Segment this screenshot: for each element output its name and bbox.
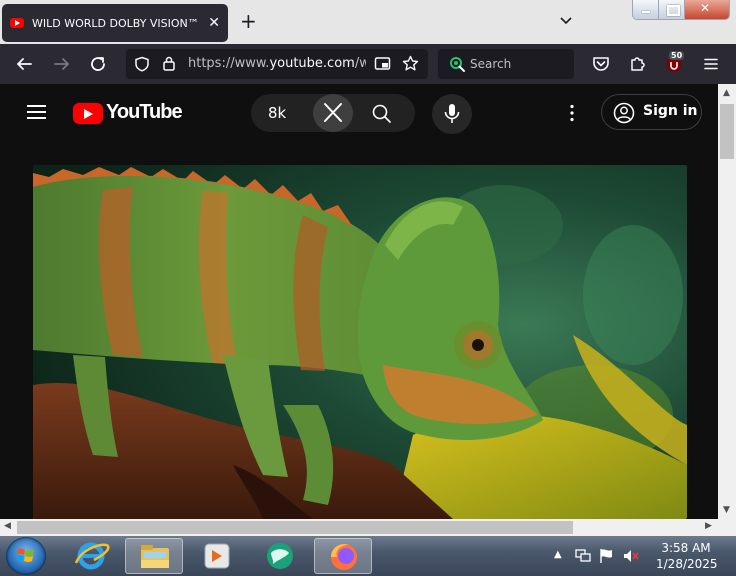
maximize-button[interactable] xyxy=(659,0,685,19)
pocket-icon[interactable] xyxy=(592,56,610,72)
voice-search-button[interactable] xyxy=(432,94,472,134)
video-frame-chameleon xyxy=(33,165,687,519)
bookmark-star-icon[interactable] xyxy=(402,55,419,72)
taskbar-firefox[interactable] xyxy=(314,538,372,574)
web-search-box[interactable]: Search xyxy=(438,49,574,79)
show-hidden-icons-arrow-icon[interactable]: ▲ xyxy=(554,549,562,560)
minimize-button[interactable] xyxy=(633,0,659,19)
youtube-page: YouTube 8k Sign in xyxy=(0,84,718,519)
back-arrow-icon xyxy=(17,58,32,70)
scroll-down-arrow-icon[interactable]: ▼ xyxy=(723,505,730,515)
taskbar-file-explorer[interactable] xyxy=(125,538,183,574)
youtube-search-input[interactable]: 8k xyxy=(268,104,286,122)
youtube-search-bar[interactable]: 8k xyxy=(251,94,415,132)
scroll-up-arrow-icon[interactable]: ▲ xyxy=(723,88,730,98)
media-player-icon xyxy=(204,543,230,569)
lock-icon[interactable] xyxy=(162,55,176,72)
video-player[interactable] xyxy=(33,165,687,519)
horizontal-scrollbar[interactable]: ◀ ▶ xyxy=(0,519,718,536)
extension-count-badge: 50 xyxy=(669,51,685,60)
windows-logo-icon xyxy=(16,548,34,562)
file-explorer-icon xyxy=(141,545,169,568)
clock-time: 3:58 AM xyxy=(661,541,711,555)
tab-strip: WILD WORLD DOLBY VISION™ ✕ + xyxy=(0,0,736,44)
scroll-left-arrow-icon[interactable]: ◀ xyxy=(4,521,11,531)
guide-menu-icon[interactable] xyxy=(27,105,46,119)
clock-date: 1/28/2025 xyxy=(656,557,718,571)
url-domain: youtube.com xyxy=(269,56,355,71)
window-close-button[interactable] xyxy=(685,0,729,19)
microphone-icon xyxy=(444,104,460,123)
taskbar-media-player[interactable] xyxy=(188,538,246,574)
reload-icon xyxy=(91,57,105,71)
navigation-toolbar: https://www.youtube.com/w Search xyxy=(0,44,736,84)
network-icon[interactable] xyxy=(574,548,592,564)
windows-taskbar: ▲ 3:58 AM 1/28/2025 xyxy=(0,536,736,576)
taskbar-clock[interactable]: 3:58 AM 1/28/2025 xyxy=(656,540,718,572)
extensions-puzzle-icon[interactable] xyxy=(629,55,647,73)
more-options-icon[interactable] xyxy=(569,104,575,122)
youtube-logo-icon[interactable] xyxy=(73,103,103,124)
chat-app-icon xyxy=(267,543,293,569)
close-icon xyxy=(324,103,342,122)
reload-button[interactable] xyxy=(88,54,108,74)
youtube-logo-text[interactable]: YouTube xyxy=(106,101,183,124)
new-tab-button[interactable]: + xyxy=(240,11,257,31)
horizontal-scroll-thumb[interactable] xyxy=(17,521,573,534)
web-search-placeholder: Search xyxy=(470,57,512,71)
scroll-right-arrow-icon[interactable]: ▶ xyxy=(705,521,712,531)
tab-title: WILD WORLD DOLBY VISION™ xyxy=(32,16,199,30)
youtube-masthead: YouTube 8k Sign in xyxy=(0,84,718,140)
search-icon[interactable] xyxy=(371,103,393,125)
sign-in-label: Sign in xyxy=(643,103,698,119)
vertical-scrollbar[interactable]: ▲ ▼ xyxy=(718,84,736,519)
start-button[interactable] xyxy=(6,537,46,575)
youtube-favicon-icon xyxy=(10,18,24,28)
search-engine-icon xyxy=(450,57,465,72)
clear-search-button[interactable] xyxy=(313,94,353,132)
url-prefix: https://www. xyxy=(188,56,270,71)
forward-arrow-icon xyxy=(54,58,69,70)
list-all-tabs-icon[interactable] xyxy=(558,12,574,28)
scrollbar-corner xyxy=(718,519,736,536)
tracking-protection-shield-icon[interactable] xyxy=(134,56,150,72)
tab-active[interactable]: WILD WORLD DOLBY VISION™ ✕ xyxy=(2,4,228,42)
window-controls xyxy=(632,0,730,20)
forward-button[interactable] xyxy=(52,54,72,74)
sign-in-button[interactable]: Sign in xyxy=(601,94,702,130)
internet-explorer-icon xyxy=(74,542,110,570)
back-button[interactable] xyxy=(14,54,34,74)
taskbar-chat-app[interactable] xyxy=(251,538,309,574)
firefox-icon xyxy=(331,544,357,570)
account-icon xyxy=(613,102,635,124)
url-path: /w xyxy=(354,56,366,71)
volume-muted-icon[interactable] xyxy=(622,548,640,564)
taskbar-internet-explorer[interactable] xyxy=(62,538,120,574)
picture-in-picture-icon[interactable] xyxy=(374,56,392,72)
action-center-flag-icon[interactable] xyxy=(598,547,614,565)
vertical-scroll-thumb[interactable] xyxy=(720,104,734,159)
application-menu-icon[interactable] xyxy=(703,56,719,72)
url-text: https://www.youtube.com/w xyxy=(188,56,366,71)
screen: WILD WORLD DOLBY VISION™ ✕ + ✕ https://w… xyxy=(0,0,736,576)
address-bar[interactable]: https://www.youtube.com/w xyxy=(126,49,428,79)
tab-close-icon[interactable]: ✕ xyxy=(208,16,220,30)
